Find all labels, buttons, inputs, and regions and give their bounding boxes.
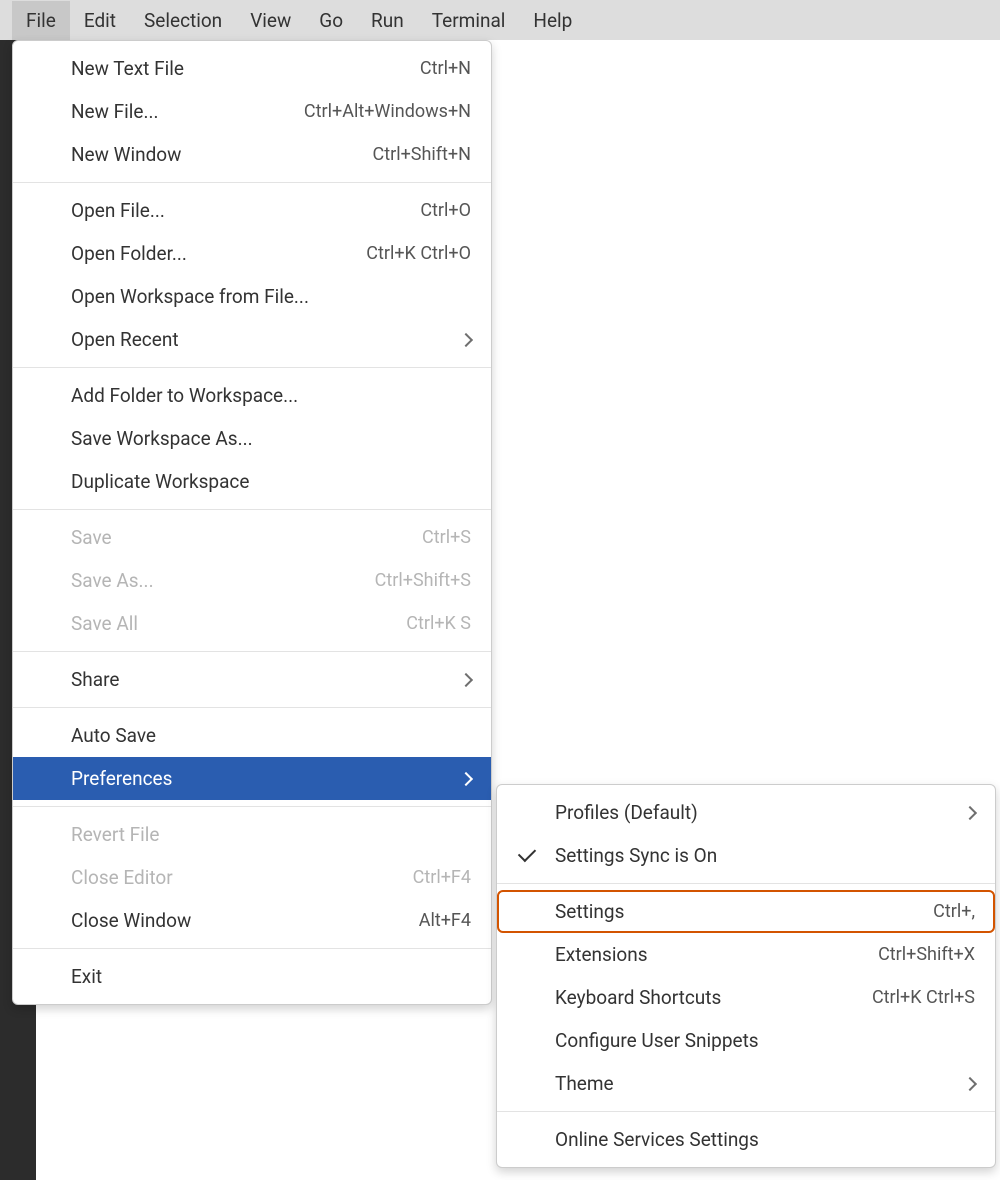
preferences-submenu: Profiles (Default) Settings Sync is On S… — [496, 784, 996, 1168]
menu-item-shortcut: Ctrl+K S — [406, 613, 471, 634]
menu-separator — [13, 182, 491, 183]
menu-item-keyboard-shortcuts[interactable]: Keyboard Shortcuts Ctrl+K Ctrl+S — [497, 976, 995, 1019]
menu-item-save: Save Ctrl+S — [13, 516, 491, 559]
menubar-item-view[interactable]: View — [236, 1, 305, 40]
menu-item-save-workspace-as[interactable]: Save Workspace As... — [13, 417, 491, 460]
menu-item-online-services-settings[interactable]: Online Services Settings — [497, 1118, 995, 1161]
menu-item-close-editor: Close Editor Ctrl+F4 — [13, 856, 491, 899]
menu-item-open-folder[interactable]: Open Folder... Ctrl+K Ctrl+O — [13, 232, 491, 275]
menu-item-revert-file: Revert File — [13, 813, 491, 856]
menu-item-shortcut: Ctrl+N — [420, 58, 471, 79]
menu-item-label: Keyboard Shortcuts — [555, 986, 852, 1009]
menu-separator — [497, 1111, 995, 1112]
menu-separator — [13, 707, 491, 708]
menu-item-label: New Window — [71, 143, 353, 166]
menu-item-label: Close Window — [71, 909, 399, 932]
menu-item-label: Open Folder... — [71, 242, 346, 265]
menu-separator — [13, 509, 491, 510]
menu-item-settings[interactable]: Settings Ctrl+, — [497, 890, 995, 933]
menu-item-exit[interactable]: Exit — [13, 955, 491, 998]
menu-item-theme[interactable]: Theme — [497, 1062, 995, 1105]
menu-item-open-file[interactable]: Open File... Ctrl+O — [13, 189, 491, 232]
menu-item-shortcut: Ctrl+Alt+Windows+N — [304, 101, 471, 122]
menu-item-shortcut: Ctrl+K Ctrl+S — [872, 987, 975, 1008]
menu-item-shortcut: Ctrl+S — [422, 527, 471, 548]
menubar: File Edit Selection View Go Run Terminal… — [0, 0, 1000, 40]
menu-item-save-as: Save As... Ctrl+Shift+S — [13, 559, 491, 602]
menu-item-label: Extensions — [555, 943, 858, 966]
menu-item-settings-sync[interactable]: Settings Sync is On — [497, 834, 995, 877]
menu-separator — [13, 651, 491, 652]
menu-item-preferences[interactable]: Preferences — [13, 757, 491, 800]
menu-item-label: Settings — [555, 900, 913, 923]
menu-item-configure-user-snippets[interactable]: Configure User Snippets — [497, 1019, 995, 1062]
menubar-item-file[interactable]: File — [12, 1, 70, 40]
menu-item-add-folder-to-workspace[interactable]: Add Folder to Workspace... — [13, 374, 491, 417]
menu-item-label: Close Editor — [71, 866, 393, 889]
menu-item-label: New File... — [71, 100, 284, 123]
menu-item-shortcut: Ctrl+K Ctrl+O — [366, 243, 471, 264]
menu-item-label: Share — [71, 668, 441, 691]
menu-item-label: Theme — [555, 1072, 945, 1095]
menu-separator — [13, 806, 491, 807]
menubar-item-selection[interactable]: Selection — [130, 1, 236, 40]
menu-item-duplicate-workspace[interactable]: Duplicate Workspace — [13, 460, 491, 503]
menu-item-label: Add Folder to Workspace... — [71, 384, 471, 407]
menu-item-label: Duplicate Workspace — [71, 470, 471, 493]
menu-item-label: Preferences — [71, 767, 441, 790]
menu-separator — [497, 883, 995, 884]
menu-item-label: Open Workspace from File... — [71, 285, 471, 308]
menu-item-open-recent[interactable]: Open Recent — [13, 318, 491, 361]
menu-item-label: Profiles (Default) — [555, 801, 945, 824]
menu-item-label: Save — [71, 526, 402, 549]
menu-item-open-workspace-from-file[interactable]: Open Workspace from File... — [13, 275, 491, 318]
menu-item-new-window[interactable]: New Window Ctrl+Shift+N — [13, 133, 491, 176]
menu-item-close-window[interactable]: Close Window Alt+F4 — [13, 899, 491, 942]
menubar-item-edit[interactable]: Edit — [70, 1, 130, 40]
file-menu-dropdown: New Text File Ctrl+N New File... Ctrl+Al… — [12, 40, 492, 1005]
menu-item-label: Configure User Snippets — [555, 1029, 975, 1052]
check-icon — [518, 844, 536, 862]
menubar-item-run[interactable]: Run — [357, 1, 418, 40]
menu-item-shortcut: Ctrl+Shift+X — [878, 944, 975, 965]
chevron-right-icon — [459, 672, 473, 686]
menu-item-label: Save As... — [71, 569, 355, 592]
menu-item-new-text-file[interactable]: New Text File Ctrl+N — [13, 47, 491, 90]
menubar-item-terminal[interactable]: Terminal — [418, 1, 520, 40]
menu-item-label: Open Recent — [71, 328, 441, 351]
menu-separator — [13, 367, 491, 368]
menu-item-label: Exit — [71, 965, 471, 988]
menu-item-shortcut: Alt+F4 — [419, 910, 471, 931]
menu-item-label: Save All — [71, 612, 386, 635]
menu-item-share[interactable]: Share — [13, 658, 491, 701]
menu-item-shortcut: Ctrl+Shift+S — [375, 570, 471, 591]
menubar-item-help[interactable]: Help — [519, 1, 586, 40]
menu-item-label: New Text File — [71, 57, 400, 80]
menu-item-auto-save[interactable]: Auto Save — [13, 714, 491, 757]
chevron-right-icon — [963, 805, 977, 819]
chevron-right-icon — [459, 332, 473, 346]
menu-item-save-all: Save All Ctrl+K S — [13, 602, 491, 645]
menu-item-shortcut: Ctrl+Shift+N — [373, 144, 471, 165]
menu-item-extensions[interactable]: Extensions Ctrl+Shift+X — [497, 933, 995, 976]
menu-item-shortcut: Ctrl+, — [933, 901, 975, 922]
menubar-item-go[interactable]: Go — [305, 1, 357, 40]
menu-item-label: Online Services Settings — [555, 1128, 975, 1151]
menu-item-shortcut: Ctrl+F4 — [413, 867, 471, 888]
chevron-right-icon — [459, 771, 473, 785]
menu-item-new-file[interactable]: New File... Ctrl+Alt+Windows+N — [13, 90, 491, 133]
menu-item-label: Open File... — [71, 199, 400, 222]
menu-separator — [13, 948, 491, 949]
chevron-right-icon — [963, 1076, 977, 1090]
menu-item-label: Save Workspace As... — [71, 427, 471, 450]
menu-item-profiles[interactable]: Profiles (Default) — [497, 791, 995, 834]
menu-item-label: Settings Sync is On — [555, 844, 975, 867]
menu-item-label: Auto Save — [71, 724, 471, 747]
menu-item-label: Revert File — [71, 823, 471, 846]
menu-item-shortcut: Ctrl+O — [420, 200, 471, 221]
